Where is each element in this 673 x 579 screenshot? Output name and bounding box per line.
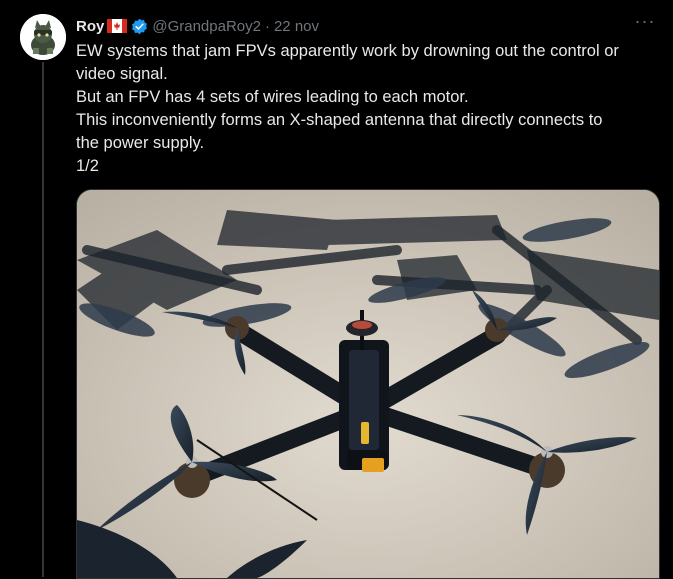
canada-flag-icon (107, 19, 128, 33)
more-horizontal-icon[interactable]: ··· (633, 12, 657, 34)
tweet-text-line: But an FPV has 4 sets of wires leading t… (76, 88, 469, 106)
thread-connector-line (42, 62, 44, 577)
verified-badge-icon[interactable] (131, 18, 148, 35)
fpv-drones-photo (77, 190, 659, 578)
tweet-text: EW systems that jam FPVs apparently work… (76, 40, 658, 178)
tweet-text-line: the power supply. (76, 134, 205, 152)
separator-dot: · (264, 17, 270, 35)
tweet-text-line: video signal. (76, 65, 168, 83)
cat-avatar-icon (20, 14, 66, 60)
tweet-header: Roy @GrandpaRoy2 · 22 nov (76, 16, 657, 36)
tweet-text-line: This inconveniently forms an X-shaped an… (76, 111, 603, 129)
tweet-media-image[interactable] (76, 189, 660, 579)
user-handle[interactable]: @GrandpaRoy2 (152, 18, 261, 35)
tweet-text-line: EW systems that jam FPVs apparently work… (76, 42, 619, 60)
avatar[interactable] (20, 14, 66, 60)
tweet-text-line: 1/2 (76, 157, 99, 175)
display-name[interactable]: Roy (76, 18, 104, 35)
tweet-date[interactable]: 22 nov (274, 18, 319, 35)
